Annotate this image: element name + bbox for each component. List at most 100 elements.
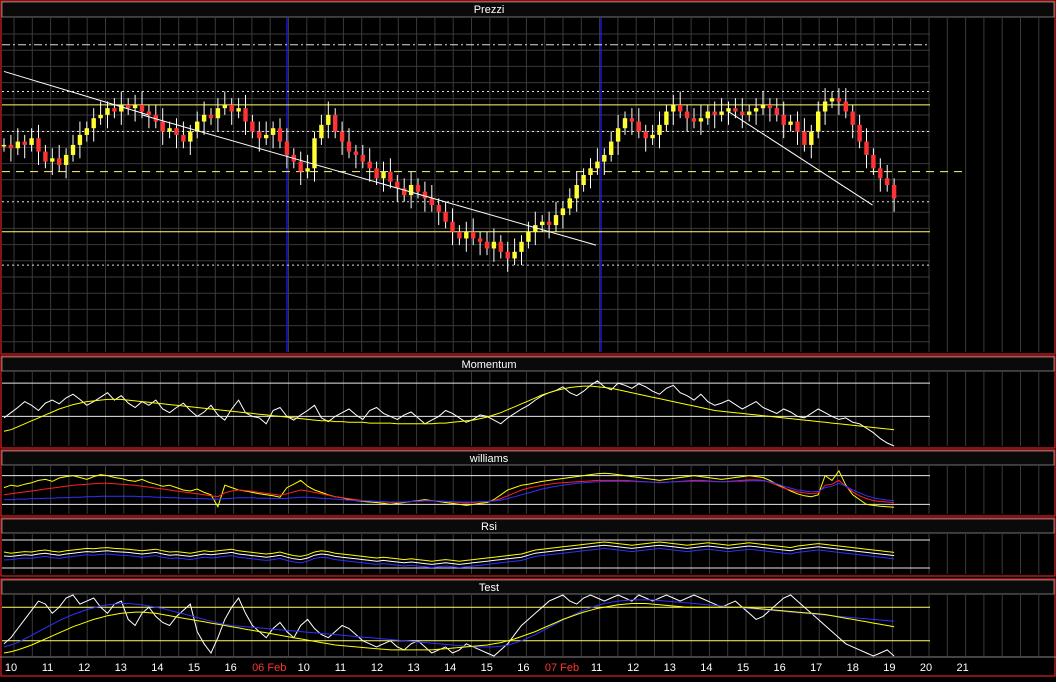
candle-body [181, 134, 186, 142]
candle-body [609, 141, 614, 155]
candle-body [581, 174, 586, 185]
candle-body [760, 104, 766, 109]
candle-body [698, 118, 704, 122]
x-tick-label: 11 [42, 662, 53, 674]
x-tick-label: 13 [115, 662, 127, 674]
x-tick-label: 12 [371, 662, 383, 674]
candle-body [208, 114, 214, 119]
candle-body [891, 185, 897, 199]
candle-body [719, 111, 724, 115]
candle-body [77, 134, 83, 145]
candle-body [305, 168, 310, 172]
candle-body [885, 178, 890, 185]
candle-body [174, 128, 179, 135]
x-tick-label: 19 [883, 662, 895, 674]
panel-williams-titlebar [1, 450, 1055, 466]
candle-body [560, 208, 566, 216]
candle-body [871, 154, 876, 169]
candle-body [429, 198, 434, 206]
candle-body [498, 241, 503, 252]
candle-body [733, 108, 738, 112]
candle-body [443, 211, 448, 222]
candle-body [250, 121, 255, 132]
candle-body [595, 161, 600, 169]
x-tick-label: 14 [700, 662, 712, 674]
candle-body [809, 131, 814, 145]
candle-body [319, 124, 324, 139]
candle-body [215, 108, 221, 119]
x-tick-label: 15 [188, 662, 200, 674]
candle-body [864, 141, 869, 155]
candle-body [519, 241, 524, 252]
candle-body [553, 215, 559, 226]
candle-body [70, 144, 76, 155]
candle-body [188, 131, 193, 142]
candle-body [471, 231, 476, 239]
candle-body [388, 171, 393, 182]
candle-body [15, 141, 20, 149]
candle-body [643, 131, 648, 139]
candle-body [650, 134, 655, 139]
candle-body [788, 121, 793, 125]
x-tick-label: 16 [517, 662, 529, 674]
candle-body [43, 151, 48, 162]
candle-body [691, 118, 697, 122]
candle-body [740, 111, 745, 115]
x-tick-label: 20 [920, 662, 932, 674]
x-tick-label: 15 [737, 662, 749, 674]
candle-body [484, 241, 490, 249]
candle-body [326, 114, 331, 125]
candle-body [1, 144, 7, 147]
candle-body [201, 114, 207, 122]
candle-body [277, 128, 283, 142]
candle-body [50, 158, 55, 162]
candle-body [512, 251, 517, 259]
candle-body [91, 118, 96, 129]
candle-body [374, 168, 379, 179]
candle-body [857, 124, 862, 142]
chart-window: Prezzi Momentum williams Rsi Test 10 11 … [0, 0, 1056, 677]
candle-body [160, 121, 165, 132]
x-tick-label: 10 [298, 662, 310, 674]
candle-body [333, 114, 338, 132]
x-tick-label: 14 [444, 662, 456, 674]
candle-body [243, 108, 248, 122]
candle-body [360, 154, 365, 162]
candle-body [84, 128, 89, 135]
candle-body [229, 104, 234, 112]
candle-body [264, 134, 269, 139]
candle-body [795, 121, 800, 132]
candle-body [29, 138, 34, 145]
candle-body [505, 251, 510, 259]
x-tick-label: 14 [151, 662, 163, 674]
panel-test-title: Test [479, 582, 499, 594]
candle-body [753, 108, 759, 112]
candle-body [353, 151, 359, 155]
candle-body [450, 221, 455, 232]
candle-body [836, 98, 842, 102]
candle-body [622, 118, 628, 129]
candle-body [126, 104, 131, 109]
candle-body [767, 104, 773, 109]
candle-body [829, 98, 835, 102]
candle-body [602, 154, 607, 162]
x-tick-label: 18 [847, 662, 859, 674]
candle-body [257, 131, 262, 139]
candle-body [726, 108, 731, 112]
candle-body [774, 108, 779, 115]
x-tick-label: 16 [224, 662, 236, 674]
candle-body [98, 114, 103, 119]
candle-body [615, 128, 621, 142]
candle-body [629, 118, 635, 122]
x-tick-label: 10 [5, 662, 17, 674]
candle-body [422, 191, 428, 199]
candle-body [705, 111, 710, 119]
candle-body [678, 104, 683, 112]
panel-rsi-title: Rsi [481, 521, 497, 533]
candle-body [381, 171, 386, 179]
candle-body [284, 141, 290, 155]
x-tick-label: 11 [591, 662, 602, 674]
candle-body [270, 128, 276, 135]
candle-body [105, 108, 110, 115]
candle-body [222, 104, 227, 109]
